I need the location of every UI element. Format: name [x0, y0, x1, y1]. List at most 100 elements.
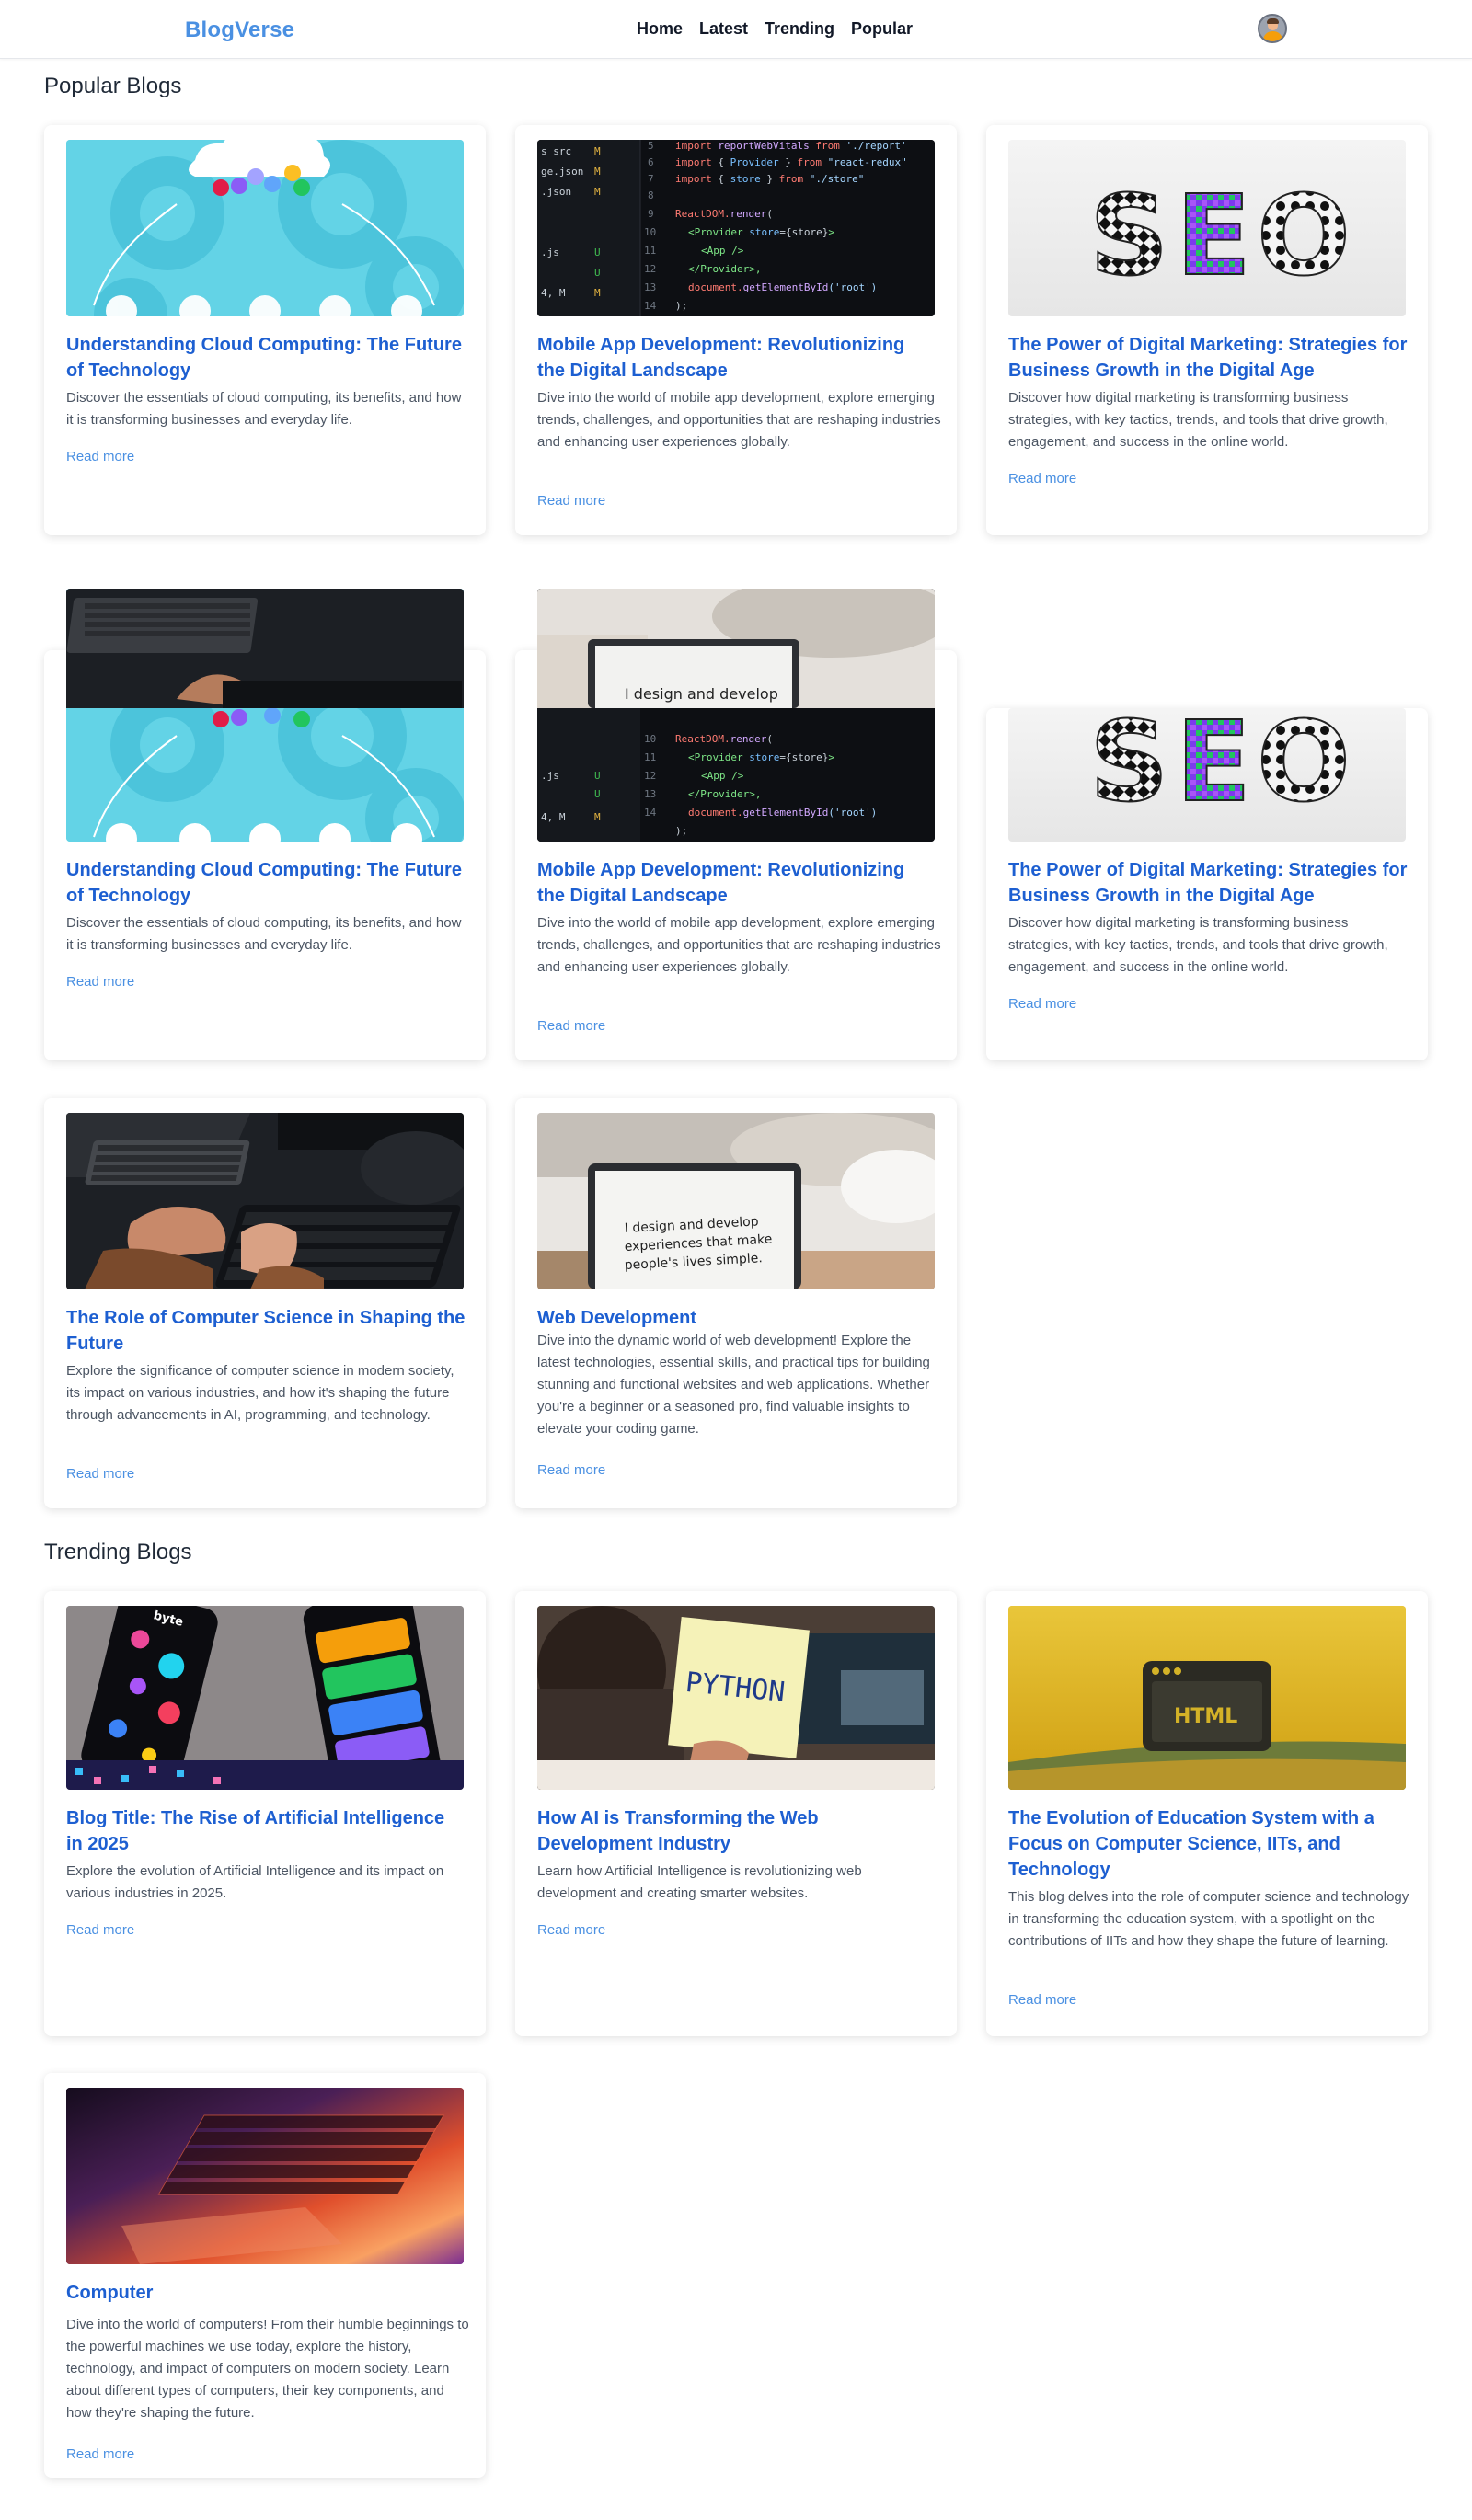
svg-text:document.getElementById('root': document.getElementById('root') [688, 281, 877, 293]
svg-text:O: O [1257, 708, 1351, 827]
card-description: Discover how digital marketing is transf… [1008, 915, 1388, 975]
svg-text:M: M [594, 287, 601, 299]
svg-text:6: 6 [648, 156, 654, 168]
svg-text:10: 10 [644, 733, 656, 745]
card-title[interactable]: The Power of Digital Marketing: Strategi… [1008, 332, 1408, 384]
svg-text:4, M: 4, M [541, 811, 566, 823]
read-more-link[interactable]: Read more [1008, 996, 1076, 1012]
cloud-computing-image [66, 140, 464, 316]
blog-card: S E O The Power of Digital Marketing: St… [986, 708, 1428, 1060]
card-description: Discover the essentials of cloud computi… [66, 390, 462, 428]
card-title[interactable]: Mobile App Development: Revolutionizing … [537, 332, 937, 384]
svg-text:O: O [1257, 173, 1351, 301]
read-more-link[interactable]: Read more [1008, 471, 1076, 487]
read-more-link[interactable]: Read more [66, 2446, 134, 2462]
read-more-link[interactable]: Read more [537, 1922, 605, 1938]
svg-text:import { Provider } from "reac: import { Provider } from "react-redux" [675, 156, 907, 168]
svg-text:14: 14 [644, 300, 657, 312]
svg-text:</Provider>,: </Provider>, [688, 788, 761, 800]
python-note-image: PYTHON [537, 1606, 935, 1790]
svg-text:13: 13 [644, 281, 656, 293]
html-window-image: HTML [1008, 1606, 1406, 1790]
card-description: Explore the evolution of Artificial Inte… [66, 1863, 444, 1901]
card-title[interactable]: Mobile App Development: Revolutionizing … [537, 857, 937, 909]
svg-text:);: ); [675, 300, 687, 312]
card-title[interactable]: Blog Title: The Rise of Artificial Intel… [66, 1805, 466, 1857]
card-title[interactable]: The Role of Computer Science in Shaping … [66, 1305, 466, 1357]
card-description: Dive into the world of mobile app develo… [537, 390, 941, 450]
card-title[interactable]: The Evolution of Education System with a… [1008, 1805, 1408, 1883]
svg-text:I design and develop: I design and develop [625, 685, 778, 703]
code-editor-image: 10 11 12 13 14 UU .js 4, MM ReactDOM.render( … [537, 589, 935, 842]
svg-text:<Provider store={store}>: <Provider store={store}> [688, 751, 834, 763]
blog-card: I design and develop experiences that ma… [515, 1098, 957, 1508]
card-title[interactable]: The Power of Digital Marketing: Strategi… [1008, 857, 1408, 909]
svg-text:import reportWebVitals from '.: import reportWebVitals from './report' [675, 140, 907, 152]
laptop-quote-image: I design and develop experiences that ma… [537, 1113, 935, 1289]
read-more-link[interactable]: Read more [537, 1462, 605, 1478]
card-description: Learn how Artificial Intelligence is rev… [537, 1863, 862, 1901]
svg-text:HTML: HTML [1174, 1705, 1237, 1728]
blog-card: Understanding Cloud Computing: The Futur… [44, 589, 486, 1060]
read-more-link[interactable]: Read more [66, 1922, 134, 1938]
card-description: This blog delves into the role of comput… [1008, 1889, 1409, 1949]
blog-card: PYTHON How AI is Transforming the Web De… [515, 1591, 957, 2036]
svg-text:.js: .js [541, 246, 559, 258]
svg-text:<Provider store={store}>: <Provider store={store}> [688, 226, 834, 238]
card-description: Dive into the world of computers! From t… [66, 2317, 469, 2421]
keyboard-typing-image [66, 1113, 464, 1289]
svg-text:8: 8 [648, 189, 654, 201]
svg-text:12: 12 [644, 263, 656, 275]
card-description: Explore the significance of computer sci… [66, 1363, 454, 1423]
card-title[interactable]: Computer [66, 2280, 466, 2306]
svg-text:4, M: 4, M [541, 287, 566, 299]
svg-text:12: 12 [644, 770, 656, 782]
svg-text:7: 7 [648, 173, 654, 185]
seo-image: S E O [1008, 708, 1406, 842]
svg-text:E: E [1176, 173, 1251, 301]
svg-text:ReactDOM.render(: ReactDOM.render( [675, 733, 773, 745]
read-more-link[interactable]: Read more [66, 974, 134, 990]
card-title[interactable]: How AI is Transforming the Web Developme… [537, 1805, 937, 1857]
trending-blogs-heading: Trending Blogs [44, 1540, 192, 1564]
read-more-link[interactable]: Read more [66, 449, 134, 464]
svg-text:U: U [594, 770, 601, 782]
read-more-link[interactable]: Read more [66, 1466, 134, 1482]
svg-text:10: 10 [644, 226, 656, 238]
nav-latest[interactable]: Latest [699, 19, 748, 39]
seo-letters: S [1089, 173, 1168, 301]
svg-text:);: ); [675, 825, 687, 837]
svg-text:E: E [1176, 708, 1251, 827]
card-title[interactable]: Understanding Cloud Computing: The Futur… [66, 332, 466, 384]
nav-trending[interactable]: Trending [765, 19, 834, 39]
read-more-link[interactable]: Read more [1008, 1992, 1076, 2008]
svg-text:.json: .json [541, 186, 571, 198]
card-title[interactable]: Understanding Cloud Computing: The Futur… [66, 857, 466, 909]
card-title[interactable]: Web Development [537, 1305, 937, 1331]
svg-text:U: U [594, 246, 601, 258]
brand-logo[interactable]: BlogVerse [185, 17, 294, 43]
card-description: Discover the essentials of cloud computi… [66, 915, 462, 953]
nav-home[interactable]: Home [637, 19, 683, 39]
svg-text:5: 5 [648, 140, 654, 152]
read-more-link[interactable]: Read more [537, 1018, 605, 1034]
blog-card: The Role of Computer Science in Shaping … [44, 1098, 486, 1508]
nav-popular[interactable]: Popular [851, 19, 913, 39]
svg-text:s src: s src [541, 145, 571, 157]
svg-text:M: M [594, 166, 601, 178]
svg-text:11: 11 [644, 751, 656, 763]
svg-text:</Provider>,: </Provider>, [688, 263, 761, 275]
code-editor-image: s src ge.json .json .js 4, M MMMM UU 5 6 7 8 9 10… [537, 140, 935, 316]
svg-text:M: M [594, 811, 601, 823]
svg-text:ReactDOM.render(: ReactDOM.render( [675, 208, 773, 220]
navbar: BlogVerse Home Latest Trending Popular [0, 0, 1472, 59]
user-avatar[interactable] [1258, 14, 1287, 43]
nav-links: Home Latest Trending Popular [637, 19, 913, 39]
blog-card: S E O The Power of Digital Marketing: St… [986, 125, 1428, 535]
svg-text:M: M [594, 145, 601, 157]
cloud-computing-image [66, 589, 464, 842]
card-description: Dive into the world of mobile app develo… [537, 915, 941, 975]
blog-card: Understanding Cloud Computing: The Futur… [44, 125, 486, 535]
seo-image: S E O [1008, 140, 1406, 316]
read-more-link[interactable]: Read more [537, 493, 605, 509]
